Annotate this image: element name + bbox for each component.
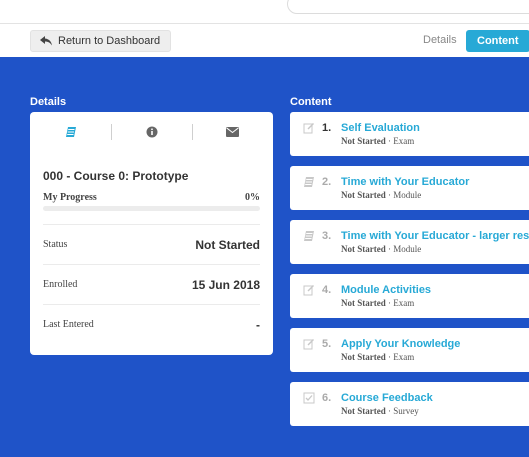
details-tab-mail[interactable] bbox=[192, 120, 273, 144]
content-item-number: 1. bbox=[322, 122, 332, 134]
content-item-meta: Not Started · Survey bbox=[341, 406, 419, 416]
last-entered-row: Last Entered - bbox=[43, 304, 260, 344]
content-item-status: Not Started bbox=[341, 136, 386, 146]
last-entered-value: - bbox=[256, 317, 260, 332]
progress-label: My Progress bbox=[43, 192, 97, 203]
edit-icon bbox=[303, 123, 314, 134]
content-item-meta: Not Started · Module bbox=[341, 190, 421, 200]
status-value: Not Started bbox=[195, 237, 260, 252]
content-item-meta: Not Started · Exam bbox=[341, 352, 414, 362]
enrolled-row: Enrolled 15 Jun 2018 bbox=[43, 264, 260, 304]
content-item-number: 4. bbox=[322, 284, 332, 296]
info-icon bbox=[146, 126, 157, 138]
edit-icon bbox=[303, 339, 314, 350]
content-item-meta: Not Started · Exam bbox=[341, 136, 414, 146]
content-item-type: · Module bbox=[385, 190, 422, 200]
details-icon-tabs bbox=[30, 120, 273, 144]
details-card: 000 - Course 0: Prototype My Progress 0%… bbox=[30, 112, 273, 355]
book-icon bbox=[65, 127, 76, 137]
content-item-title[interactable]: Apply Your Knowledge bbox=[341, 338, 460, 350]
content-item-type: · Survey bbox=[385, 406, 419, 416]
content-item-number: 6. bbox=[322, 392, 332, 404]
details-section-title: Details bbox=[30, 96, 67, 108]
content-item-5[interactable]: 5. Apply Your Knowledge Not Started · Ex… bbox=[290, 328, 529, 372]
content-item-status: Not Started bbox=[341, 190, 386, 200]
content-item-title[interactable]: Course Feedback bbox=[341, 392, 433, 404]
checklist-icon bbox=[303, 392, 315, 404]
content-item-status: Not Started bbox=[341, 352, 386, 362]
content-item-status: Not Started bbox=[341, 244, 386, 254]
progress-value: 0% bbox=[245, 192, 260, 203]
content-item-status: Not Started bbox=[341, 298, 386, 308]
content-item-3[interactable]: 3. Time with Your Educator - larger reso… bbox=[290, 220, 529, 264]
top-header bbox=[0, 0, 529, 24]
content-item-title[interactable]: Module Activities bbox=[341, 284, 431, 296]
progress-row: My Progress 0% bbox=[43, 192, 260, 203]
return-to-dashboard-label: Return to Dashboard bbox=[58, 35, 161, 47]
envelope-icon bbox=[226, 127, 239, 137]
details-tab-book[interactable] bbox=[30, 120, 111, 144]
content-item-1[interactable]: 1. Self Evaluation Not Started · Exam bbox=[290, 112, 529, 156]
content-item-type: · Module bbox=[385, 244, 422, 254]
content-item-meta: Not Started · Module bbox=[341, 244, 421, 254]
content-section-title: Content bbox=[290, 96, 332, 108]
course-title: 000 - Course 0: Prototype bbox=[43, 169, 189, 183]
content-item-number: 3. bbox=[322, 230, 332, 242]
content-item-number: 5. bbox=[322, 338, 332, 350]
content-item-2[interactable]: 2. Time with Your Educator Not Started ·… bbox=[290, 166, 529, 210]
book-icon bbox=[304, 231, 314, 241]
enrolled-value: 15 Jun 2018 bbox=[191, 277, 260, 292]
status-label: Status bbox=[43, 239, 68, 250]
content-item-meta: Not Started · Exam bbox=[341, 298, 414, 308]
content-item-type: · Exam bbox=[385, 298, 415, 308]
details-tab-info[interactable] bbox=[111, 120, 192, 144]
tab-content[interactable]: Content bbox=[466, 30, 529, 52]
content-item-number: 2. bbox=[322, 176, 332, 188]
reply-arrow-icon bbox=[40, 36, 52, 46]
toolbar: Return to Dashboard Details Content bbox=[0, 25, 529, 57]
last-entered-label: Last Entered bbox=[43, 319, 94, 330]
content-item-4[interactable]: 4. Module Activities Not Started · Exam bbox=[290, 274, 529, 318]
content-item-status: Not Started bbox=[341, 406, 386, 416]
content-item-6[interactable]: 6. Course Feedback Not Started · Survey bbox=[290, 382, 529, 426]
content-item-title[interactable]: Time with Your Educator - larger resolu bbox=[341, 230, 529, 242]
content-item-type: · Exam bbox=[385, 352, 415, 362]
search-bar[interactable] bbox=[287, 0, 529, 14]
tab-details[interactable]: Details bbox=[423, 34, 457, 46]
content-item-type: · Exam bbox=[385, 136, 415, 146]
progress-bar bbox=[43, 206, 260, 211]
enrolled-label: Enrolled bbox=[43, 279, 78, 290]
content-item-title[interactable]: Time with Your Educator bbox=[341, 176, 469, 188]
status-row: Status Not Started bbox=[43, 224, 260, 264]
content-item-title[interactable]: Self Evaluation bbox=[341, 122, 420, 134]
edit-icon bbox=[303, 285, 314, 296]
book-icon bbox=[304, 177, 314, 187]
return-to-dashboard-button[interactable]: Return to Dashboard bbox=[30, 30, 172, 52]
main-panel: Details Content 000 - Course 0: Prototyp… bbox=[0, 57, 529, 457]
